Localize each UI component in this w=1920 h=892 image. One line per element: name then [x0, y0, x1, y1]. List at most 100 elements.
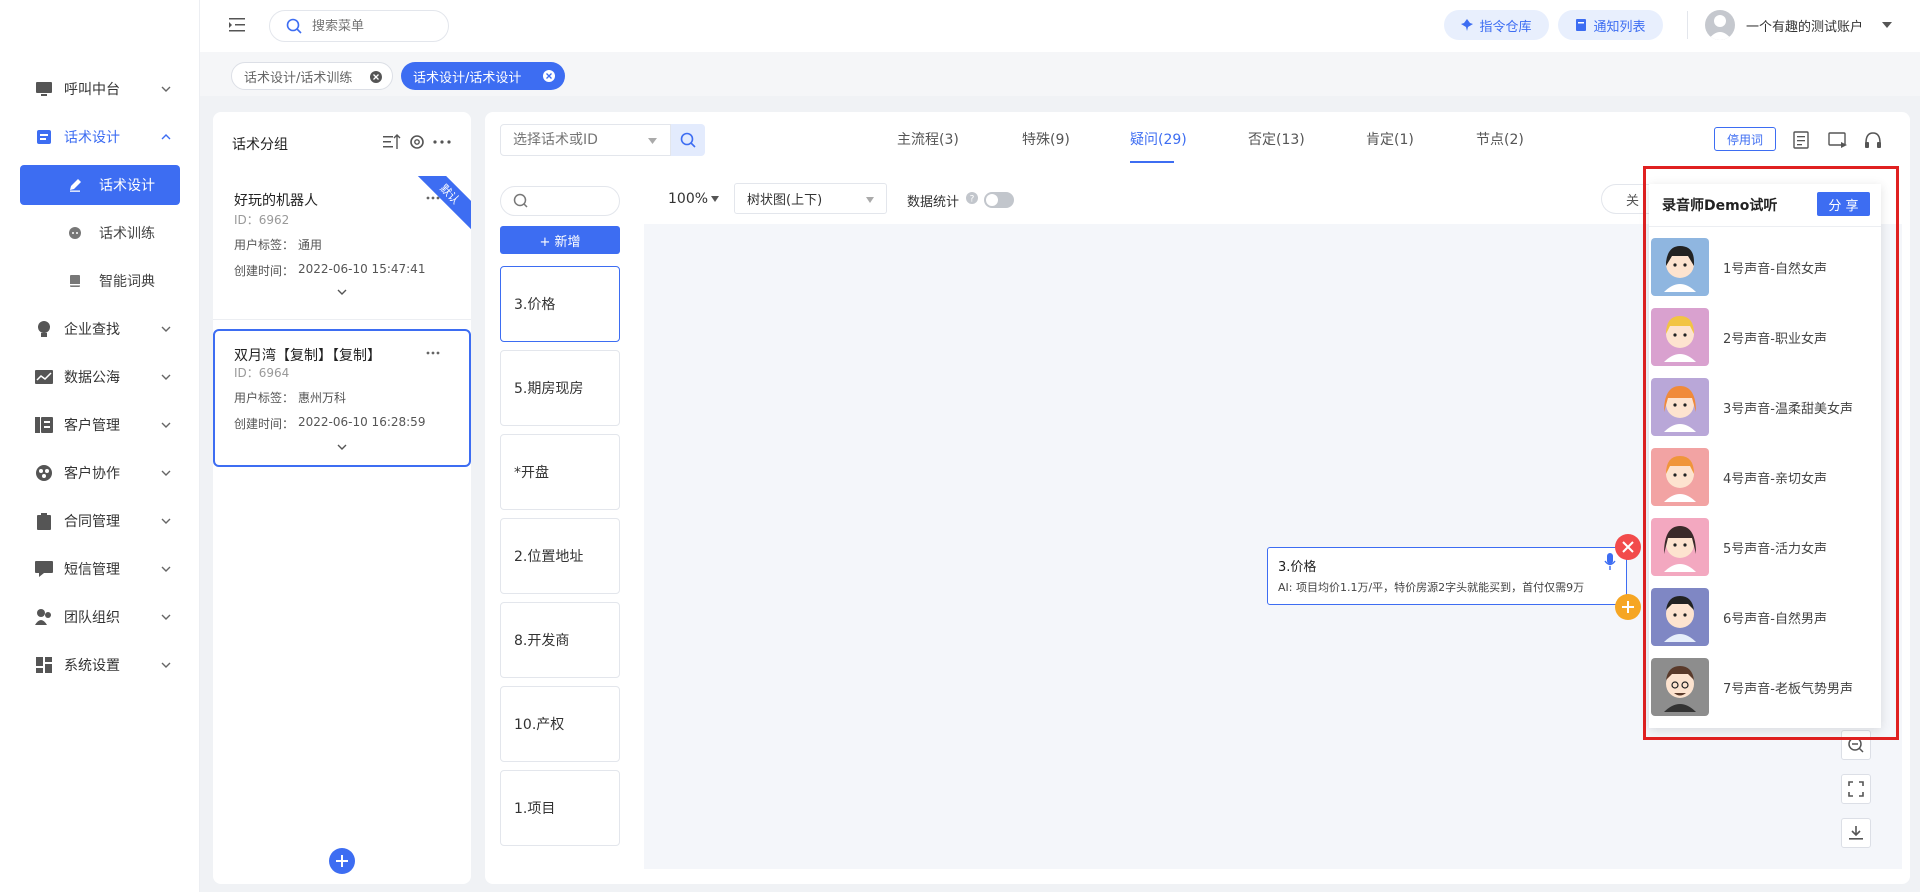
tab-questions[interactable]: 疑问(29) [1130, 129, 1187, 149]
sort-icon[interactable] [383, 134, 401, 150]
script-select-input[interactable] [513, 132, 633, 148]
search-icon [680, 132, 696, 148]
sidebar-item-contract-management[interactable]: 合同管理 [0, 501, 200, 541]
close-circle-icon[interactable] [370, 71, 382, 83]
submenu-item-smart-dictionary[interactable]: 智能词典 [0, 261, 200, 301]
help-icon[interactable]: ? [966, 192, 978, 204]
add-group-button[interactable] [329, 848, 355, 874]
group-card[interactable]: 双月湾【复制】【复制】 ID：6964 用户标签： 惠州万科 创建时间： 202… [213, 329, 471, 467]
voice-item[interactable]: 4号声音-亲切女声 [1651, 447, 1871, 507]
group-name: 好玩的机器人 [234, 193, 318, 209]
caret-down-icon[interactable] [711, 196, 719, 202]
stats-toggle[interactable] [984, 192, 1014, 208]
sidebar-item-script-design[interactable]: 话术设计 [0, 117, 200, 157]
tab-script-design[interactable]: 话术设计/话术设计 [401, 62, 565, 90]
question-item[interactable]: 8.开发商 [500, 602, 620, 678]
delete-node-button[interactable] [1615, 534, 1641, 560]
chevron-down-icon[interactable] [337, 443, 347, 451]
chevron-up-icon [161, 134, 171, 140]
search-input[interactable] [312, 18, 432, 34]
username[interactable]: 一个有趣的测试账户 [1746, 16, 1863, 35]
download-button[interactable] [1841, 818, 1871, 848]
stopwords-button[interactable]: 停用词 [1714, 127, 1776, 151]
question-item[interactable]: 3.价格 [500, 266, 620, 342]
question-item[interactable]: 10.产权 [500, 686, 620, 762]
sidebar-item-system-settings[interactable]: 系统设置 [0, 645, 200, 685]
microphone-icon[interactable] [1604, 553, 1616, 571]
question-search[interactable] [500, 186, 620, 216]
voice-item[interactable]: 3号声音-温柔甜美女声 [1651, 377, 1871, 437]
sidebar-item-team-organization[interactable]: 团队组织 [0, 597, 200, 637]
view-mode-select[interactable]: 树状图(上下) [734, 183, 887, 214]
voice-avatar [1651, 238, 1709, 296]
submenu-item-script-design[interactable]: 话术设计 [20, 165, 180, 205]
voice-item[interactable]: 2号声音-职业女声 [1651, 307, 1871, 367]
caret-down-icon[interactable] [1882, 21, 1892, 29]
tab-script-training[interactable]: 话术设计/话术训练 [231, 62, 393, 90]
tab-main-flow[interactable]: 主流程(3) [897, 129, 959, 149]
fullscreen-button[interactable] [1841, 774, 1871, 804]
zoom-select[interactable]: 100% [668, 191, 708, 207]
screen-play-icon[interactable] [1828, 132, 1848, 148]
chevron-down-icon[interactable] [337, 288, 347, 296]
stats-label: 数据统计 [907, 195, 960, 210]
notification-list-button[interactable]: 通知列表 [1558, 10, 1663, 40]
dictionary-icon [68, 274, 82, 288]
sidebar-item-sms-management[interactable]: 短信管理 [0, 549, 200, 589]
voice-item[interactable]: 6号声音-自然男声 [1651, 587, 1871, 647]
search-icon [286, 18, 302, 34]
headphones-icon[interactable] [1864, 131, 1882, 149]
chevron-down-icon [161, 374, 171, 380]
sidebar-item-call-center[interactable]: 呼叫中台 [0, 69, 200, 109]
close-circle-icon[interactable] [543, 70, 555, 82]
search-icon [513, 193, 528, 208]
avatar[interactable] [1705, 10, 1735, 40]
question-item[interactable]: 5.期房现房 [500, 350, 620, 426]
script-book-icon [35, 128, 53, 146]
more-icon[interactable] [433, 140, 451, 144]
question-item[interactable]: 1.项目 [500, 770, 620, 846]
svg-text:?: ? [970, 195, 975, 205]
script-select[interactable] [500, 124, 671, 156]
sidebar-item-customer-collaboration[interactable]: 客户协作 [0, 453, 200, 493]
add-child-node-button[interactable] [1615, 594, 1641, 620]
close-icon [1622, 541, 1634, 553]
document-icon[interactable] [1793, 131, 1809, 149]
voice-item[interactable]: 1号声音-自然女声 [1651, 237, 1871, 297]
sidebar-item-data-pool[interactable]: 数据公海 [0, 357, 200, 397]
menu-collapse-icon[interactable] [229, 17, 247, 33]
node-title: 3.价格 [1278, 560, 1317, 575]
menu-search-box[interactable] [269, 10, 449, 42]
script-search-button[interactable] [671, 124, 705, 156]
chevron-down-icon [161, 422, 171, 428]
chevron-down-icon [161, 470, 171, 476]
question-item[interactable]: *开盘 [500, 434, 620, 510]
tab-special[interactable]: 特殊(9) [1022, 129, 1070, 149]
voice-item[interactable]: 7号声音-老板气势男声 [1651, 657, 1871, 717]
voice-panel-title: 录音师Demo试听 [1662, 198, 1778, 214]
sidebar-item-customer-management[interactable]: 客户管理 [0, 405, 200, 445]
notification-doc-icon [1576, 19, 1587, 31]
divider [1687, 11, 1688, 39]
tag-value: 惠州万科 [298, 391, 347, 405]
sidebar-item-enterprise-search[interactable]: 企业查找 [0, 309, 200, 349]
chat-bubble-icon [68, 226, 82, 240]
voice-avatar [1651, 448, 1709, 506]
chevron-down-icon [161, 614, 171, 620]
tag-label: 用户标签： [234, 238, 295, 252]
add-question-button[interactable]: + 新增 [500, 226, 620, 254]
flow-node[interactable]: 3.价格 AI: 项目均价1.1万/平，特价房源2字头就能买到，首付仅需9万 [1267, 547, 1627, 605]
more-icon[interactable] [426, 351, 440, 355]
gear-icon[interactable] [408, 133, 426, 151]
share-button[interactable]: 分 享 [1817, 192, 1870, 216]
top-bar: 指令仓库 通知列表 一个有趣的测试账户 [200, 0, 1920, 52]
question-item[interactable]: 2.位置地址 [500, 518, 620, 594]
command-repository-button[interactable]: 指令仓库 [1444, 10, 1549, 40]
tab-nodes[interactable]: 节点(2) [1476, 129, 1524, 149]
tab-affirmative[interactable]: 肯定(1) [1366, 129, 1414, 149]
tab-negative[interactable]: 否定(13) [1248, 129, 1305, 149]
pin-icon [1461, 19, 1474, 31]
submenu-item-script-training[interactable]: 话术训练 [0, 213, 200, 253]
voice-item[interactable]: 5号声音-活力女声 [1651, 517, 1871, 577]
group-card[interactable]: 好玩的机器人 默认 ID：6962 用户标签： 通用 创建时间： 2022-06… [213, 176, 471, 318]
